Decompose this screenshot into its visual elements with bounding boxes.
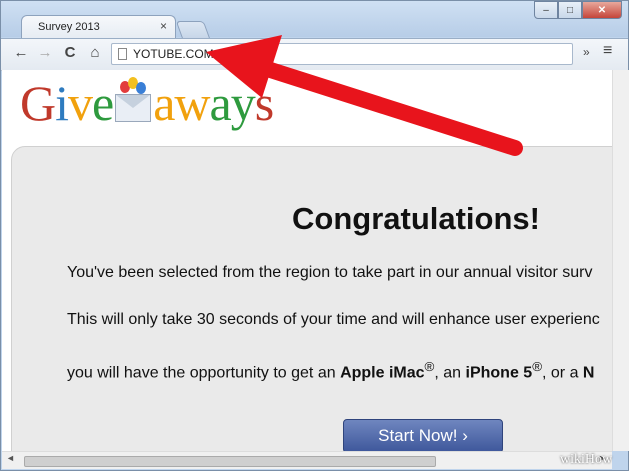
- tab-close-icon[interactable]: ×: [160, 19, 167, 33]
- maximize-button[interactable]: □: [558, 1, 582, 19]
- survey-panel: Congratulations! You've been selected fr…: [11, 146, 612, 451]
- menu-icon[interactable]: ≡: [603, 42, 612, 60]
- window-controls: – □ ✕: [534, 1, 622, 19]
- scrollbar-thumb[interactable]: [24, 456, 436, 467]
- minimize-button[interactable]: –: [534, 1, 558, 19]
- title-bar: Survey 2013 × – □ ✕: [1, 1, 628, 39]
- browser-window: Survey 2013 × – □ ✕ ← → C ⌂ YOTUBE.COM »…: [0, 0, 629, 471]
- congratulations-heading: Congratulations!: [292, 201, 540, 236]
- browser-toolbar: ← → C ⌂ YOTUBE.COM » ≡: [1, 38, 628, 71]
- address-bar[interactable]: YOTUBE.COM: [111, 43, 573, 65]
- prize-mid: , an: [434, 364, 466, 382]
- close-button[interactable]: ✕: [582, 1, 622, 19]
- vertical-scrollbar[interactable]: [612, 70, 629, 451]
- prize-text: you will have the opportunity to get an …: [67, 359, 594, 382]
- wikihow-watermark: wikiHow: [560, 452, 613, 467]
- scroll-left-icon[interactable]: ◄: [6, 453, 15, 463]
- forward-icon[interactable]: →: [35, 44, 55, 61]
- back-icon[interactable]: ←: [11, 44, 31, 61]
- reload-icon[interactable]: C: [60, 44, 80, 61]
- home-icon[interactable]: ⌂: [85, 44, 105, 61]
- prize-tail: N: [582, 364, 595, 382]
- page-icon: [118, 48, 127, 60]
- new-tab-button[interactable]: [175, 21, 211, 39]
- page-content: Give aways Congratulations! You've been s…: [2, 70, 612, 451]
- tab-title: Survey 2013: [38, 21, 100, 33]
- envelope-balloons-icon: [115, 77, 152, 122]
- reg-mark-1: ®: [424, 359, 435, 374]
- prize-imac: Apple iMac: [340, 364, 425, 382]
- selected-text: You've been selected from the region to …: [67, 264, 593, 281]
- giveaways-logo: Give aways: [20, 75, 274, 131]
- extensions-overflow-icon[interactable]: »: [583, 45, 590, 59]
- time-text: This will only take 30 seconds of your t…: [67, 311, 600, 328]
- horizontal-scrollbar[interactable]: ◄ ►: [2, 451, 612, 469]
- start-now-button[interactable]: Start Now! ›: [343, 419, 503, 451]
- url-text: YOTUBE.COM: [133, 47, 214, 61]
- prize-iphone: iPhone 5: [465, 364, 533, 382]
- reg-mark-2: ®: [532, 359, 543, 374]
- prize-suffix: , or a: [542, 364, 583, 382]
- tab-survey[interactable]: Survey 2013 ×: [21, 15, 176, 39]
- prize-prefix: you will have the opportunity to get an: [67, 364, 341, 382]
